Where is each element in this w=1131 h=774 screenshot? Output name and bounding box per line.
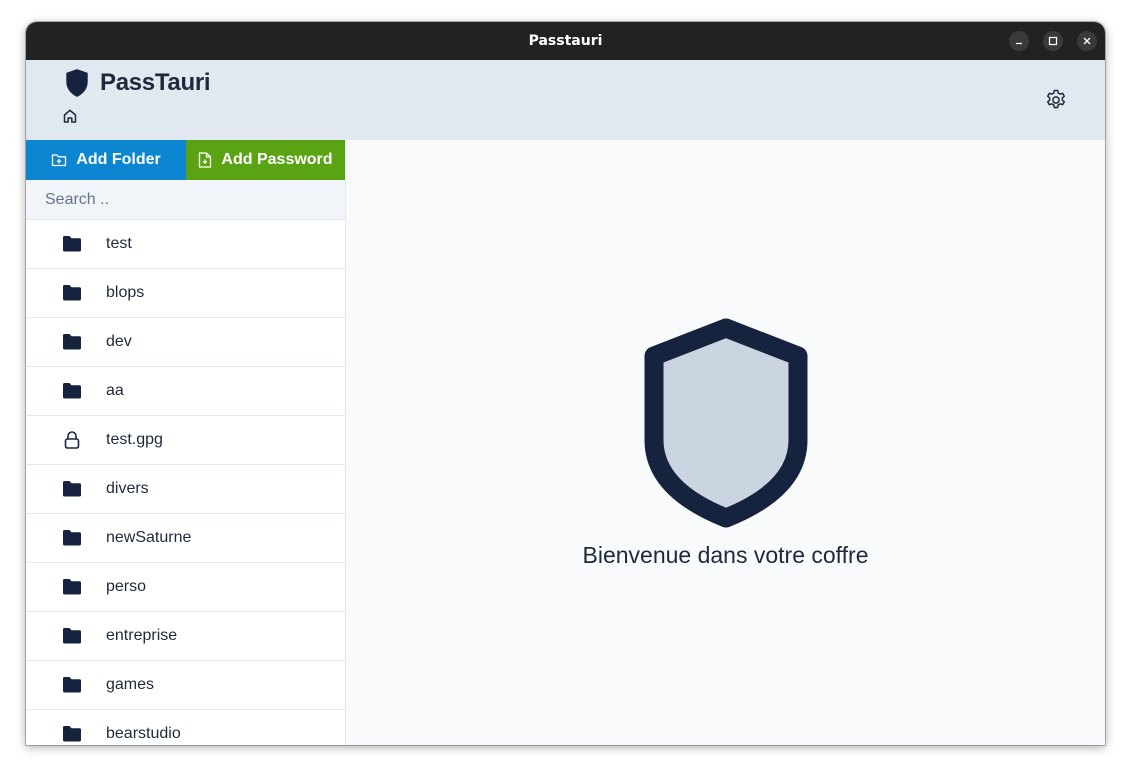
minimize-icon: [1016, 42, 1022, 45]
list-item-label: newSaturne: [106, 529, 192, 546]
list-item-entreprise[interactable]: entreprise: [26, 612, 345, 661]
home-button[interactable]: [62, 108, 78, 124]
list-item-test-gpg[interactable]: test.gpg: [26, 416, 345, 465]
settings-button[interactable]: [1044, 88, 1068, 112]
search-input[interactable]: [43, 189, 327, 210]
window-title: Passtauri: [528, 33, 603, 49]
folder-icon: [62, 528, 82, 548]
folder-icon: [62, 234, 82, 254]
list-item-label: blops: [106, 284, 145, 301]
app-name: PassTauri: [100, 69, 211, 96]
list-item-label: aa: [106, 382, 124, 399]
maximize-icon: [1048, 36, 1058, 46]
list-item-newsaturne[interactable]: newSaturne: [26, 514, 345, 563]
list-item-label: divers: [106, 480, 149, 497]
list-item-bearstudio[interactable]: bearstudio: [26, 710, 345, 745]
list-item-test[interactable]: test: [26, 220, 345, 269]
minimize-button[interactable]: [1009, 31, 1029, 51]
folder-icon: [62, 724, 82, 744]
list-item-blops[interactable]: blops: [26, 269, 345, 318]
vault-list: test blops dev aa test.gpg divers newSat…: [26, 220, 345, 745]
file-plus-icon: [199, 152, 212, 168]
list-item-dev[interactable]: dev: [26, 318, 345, 367]
welcome-message: Bienvenue dans votre coffre: [582, 542, 869, 568]
app-window: Passtauri PassTauri Add Folder Add Passw…: [26, 22, 1105, 745]
shield-icon: [66, 69, 88, 97]
folder-plus-icon: [52, 154, 67, 167]
window-titlebar[interactable]: Passtauri: [26, 22, 1105, 60]
add-folder-label: Add Folder: [76, 151, 161, 168]
folder-icon: [62, 675, 82, 695]
close-icon: [1083, 37, 1091, 45]
sidebar: Add Folder Add Password test: [26, 140, 346, 745]
search-bar: [26, 180, 345, 220]
maximize-button[interactable]: [1043, 31, 1063, 51]
list-item-aa[interactable]: aa: [26, 367, 345, 416]
list-item-games[interactable]: games: [26, 661, 345, 710]
folder-icon: [62, 479, 82, 499]
list-item-label: bearstudio: [106, 725, 181, 742]
lock-icon: [62, 430, 82, 450]
list-item-label: dev: [106, 333, 132, 350]
list-item-label: perso: [106, 578, 147, 595]
folder-icon: [62, 283, 82, 303]
add-password-button[interactable]: Add Password: [186, 140, 345, 180]
close-button[interactable]: [1077, 31, 1097, 51]
folder-icon: [62, 626, 82, 646]
gear-icon: [1046, 89, 1066, 109]
add-password-label: Add Password: [221, 151, 333, 168]
list-item-perso[interactable]: perso: [26, 563, 345, 612]
list-item-label: test: [106, 235, 132, 252]
add-folder-button[interactable]: Add Folder: [26, 140, 186, 180]
folder-icon: [62, 577, 82, 597]
folder-icon: [62, 381, 82, 401]
home-icon: [63, 109, 77, 123]
sidebar-actions: Add Folder Add Password: [26, 140, 345, 180]
app-header: PassTauri: [26, 60, 1105, 140]
list-item-label: test.gpg: [106, 431, 163, 448]
main-panel: Bienvenue dans votre coffre: [346, 140, 1105, 745]
folder-icon: [62, 332, 82, 352]
list-item-divers[interactable]: divers: [26, 465, 345, 514]
app-logo: PassTauri: [64, 68, 211, 98]
shield-icon: [644, 318, 808, 528]
list-item-label: games: [106, 676, 155, 693]
list-item-label: entreprise: [106, 627, 178, 644]
